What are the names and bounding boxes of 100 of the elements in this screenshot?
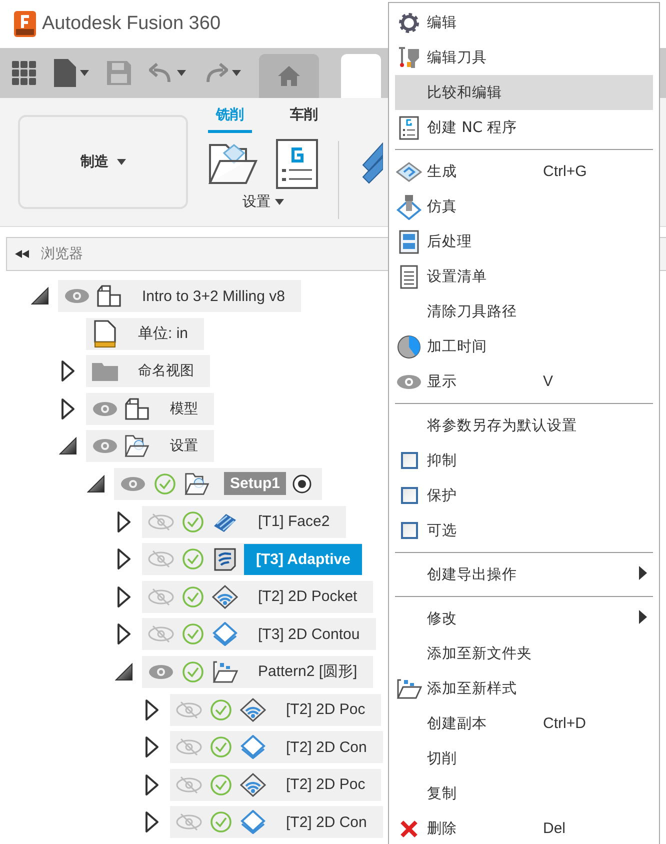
menu-item[interactable]: 切削 [395, 741, 653, 776]
pocket-toolpath-icon [240, 698, 266, 722]
tree-row[interactable]: Intro to 3+2 Milling v8 [58, 280, 301, 312]
tree-row[interactable]: 设置 [86, 430, 214, 462]
menu-item[interactable]: 创建导出操作 [395, 557, 653, 592]
checkbox[interactable] [400, 522, 418, 539]
pattern-folder-icon [396, 678, 422, 700]
menu-item[interactable]: 清除刀具路径 [395, 294, 653, 329]
collapsed-arrow-icon[interactable] [145, 736, 159, 758]
expanded-arrow-icon[interactable] [87, 474, 105, 493]
caret-icon [80, 70, 89, 76]
menu-item[interactable]: 生成 Ctrl+G [395, 154, 653, 189]
collapse-icon[interactable] [15, 250, 29, 258]
folder-icon [92, 361, 118, 382]
shortcut-label: Ctrl+G [543, 163, 588, 180]
tree-row[interactable]: [T3] 2D Contou [142, 618, 376, 650]
eye-icon [396, 374, 422, 390]
layers-icon [240, 810, 266, 834]
tree-label: [T2] 2D Poc [285, 775, 366, 796]
pocket-toolpath-icon [212, 584, 238, 609]
tree-row[interactable]: [T2] 2D Con [170, 731, 383, 764]
tree-row[interactable]: [T2] 2D Poc [170, 694, 382, 726]
component-icon [124, 396, 150, 422]
menu-item[interactable]: 可选 [395, 513, 653, 548]
caret-icon [177, 70, 186, 76]
menu-item[interactable]: 保护 [395, 478, 653, 513]
grid-menu-icon[interactable] [12, 61, 36, 85]
folder-icon [184, 470, 210, 497]
collapsed-arrow-icon[interactable] [145, 811, 159, 834]
collapsed-arrow-icon[interactable] [117, 586, 131, 608]
menu-item[interactable]: 创建副本 Ctrl+D [395, 706, 653, 741]
tree-row[interactable]: Pattern2 [圆形] [142, 656, 374, 688]
collapsed-arrow-icon[interactable] [61, 398, 75, 420]
post-process-icon [399, 230, 419, 254]
nc-program-icon [399, 116, 419, 140]
collapsed-arrow-icon[interactable] [117, 548, 131, 570]
menu-item[interactable]: 编辑刀具 [395, 40, 653, 75]
menu-item[interactable]: 抑制 [395, 443, 653, 478]
layers-icon [212, 622, 238, 646]
tree-label: 命名视图 [137, 362, 195, 382]
menu-item[interactable]: 添加至新文件夹 [395, 636, 653, 671]
menu-item[interactable]: 修改 [395, 601, 653, 636]
gear-icon [398, 12, 420, 34]
tree-row[interactable]: [T2] 2D Pocket [142, 580, 374, 613]
caret-icon [274, 199, 284, 205]
tree-label: 模型 [169, 400, 199, 419]
tree-label: Pattern2 [圆形] [257, 662, 358, 682]
menu-item[interactable]: 删除 Del [395, 811, 653, 844]
collapsed-arrow-icon[interactable] [145, 774, 159, 796]
menu-item[interactable]: 添加至新样式 [395, 671, 653, 706]
setup-dropdown[interactable]: 设置 [242, 193, 284, 211]
tree-row[interactable]: 单位: in [86, 318, 204, 350]
collapsed-arrow-icon[interactable] [117, 510, 131, 533]
tree-label: [T2] 2D Con [285, 738, 368, 758]
generate-icon [396, 162, 422, 182]
component-icon [96, 283, 122, 309]
menu-item[interactable]: 加工时间 [395, 329, 653, 364]
browser-title: 浏览器 [41, 245, 83, 263]
checkbox[interactable] [400, 452, 418, 469]
expanded-arrow-icon[interactable] [115, 662, 133, 681]
tree-label: 设置 [169, 437, 199, 456]
tree-row[interactable]: 命名视图 [86, 355, 210, 388]
tree-row[interactable]: [T2] 2D Poc [170, 768, 382, 801]
workspace-dropdown[interactable]: 制造 [18, 115, 188, 209]
menu-item[interactable]: 显示 V [395, 364, 653, 399]
tree-label: [T3] 2D Contou [257, 624, 361, 645]
menu-item[interactable]: 创建 NC 程序 [395, 110, 653, 145]
tree-label: [T3] Adaptive [244, 544, 362, 575]
caret-icon [116, 159, 126, 165]
collapsed-arrow-icon[interactable] [61, 360, 75, 382]
tree-label: Setup1 [224, 472, 286, 496]
app-logo-icon [14, 11, 36, 37]
home-icon [278, 66, 300, 86]
menu-item[interactable]: 编辑 [395, 5, 653, 40]
menu-item[interactable]: 仿真 [395, 189, 653, 224]
shortcut-label: V [543, 373, 554, 390]
tree-label: Intro to 3+2 Milling v8 [141, 286, 286, 306]
folder-icon [124, 433, 150, 460]
checkbox[interactable] [400, 487, 418, 504]
collapsed-arrow-icon[interactable] [117, 623, 131, 646]
collapsed-arrow-icon[interactable] [145, 698, 159, 721]
adaptive-toolpath-icon [212, 546, 238, 572]
tree-label: 单位: in [137, 324, 190, 344]
tree-row[interactable]: 模型 [86, 392, 214, 425]
tree-row[interactable]: [T1] Face2 [142, 506, 346, 538]
pattern-folder-icon [212, 660, 238, 684]
document-icon [400, 264, 418, 288]
radio-selected-icon[interactable] [292, 474, 312, 494]
menu-item[interactable]: 设置清单 [395, 259, 653, 294]
menu-item[interactable]: 复制 [395, 776, 653, 811]
layers-icon [240, 735, 266, 760]
ribbon-tab[interactable]: 车削 [282, 106, 326, 133]
menu-item[interactable]: 后处理 [395, 224, 653, 259]
file-icon[interactable] [54, 59, 76, 87]
expanded-arrow-icon[interactable] [59, 437, 77, 456]
nc-program-icon[interactable] [276, 139, 318, 189]
menu-item[interactable]: 将参数另存为默认设置 [395, 408, 653, 443]
menu-item[interactable]: 比较和编辑 [395, 75, 653, 110]
tree-row[interactable]: [T2] 2D Con [170, 806, 383, 838]
expanded-arrow-icon[interactable] [31, 287, 49, 305]
